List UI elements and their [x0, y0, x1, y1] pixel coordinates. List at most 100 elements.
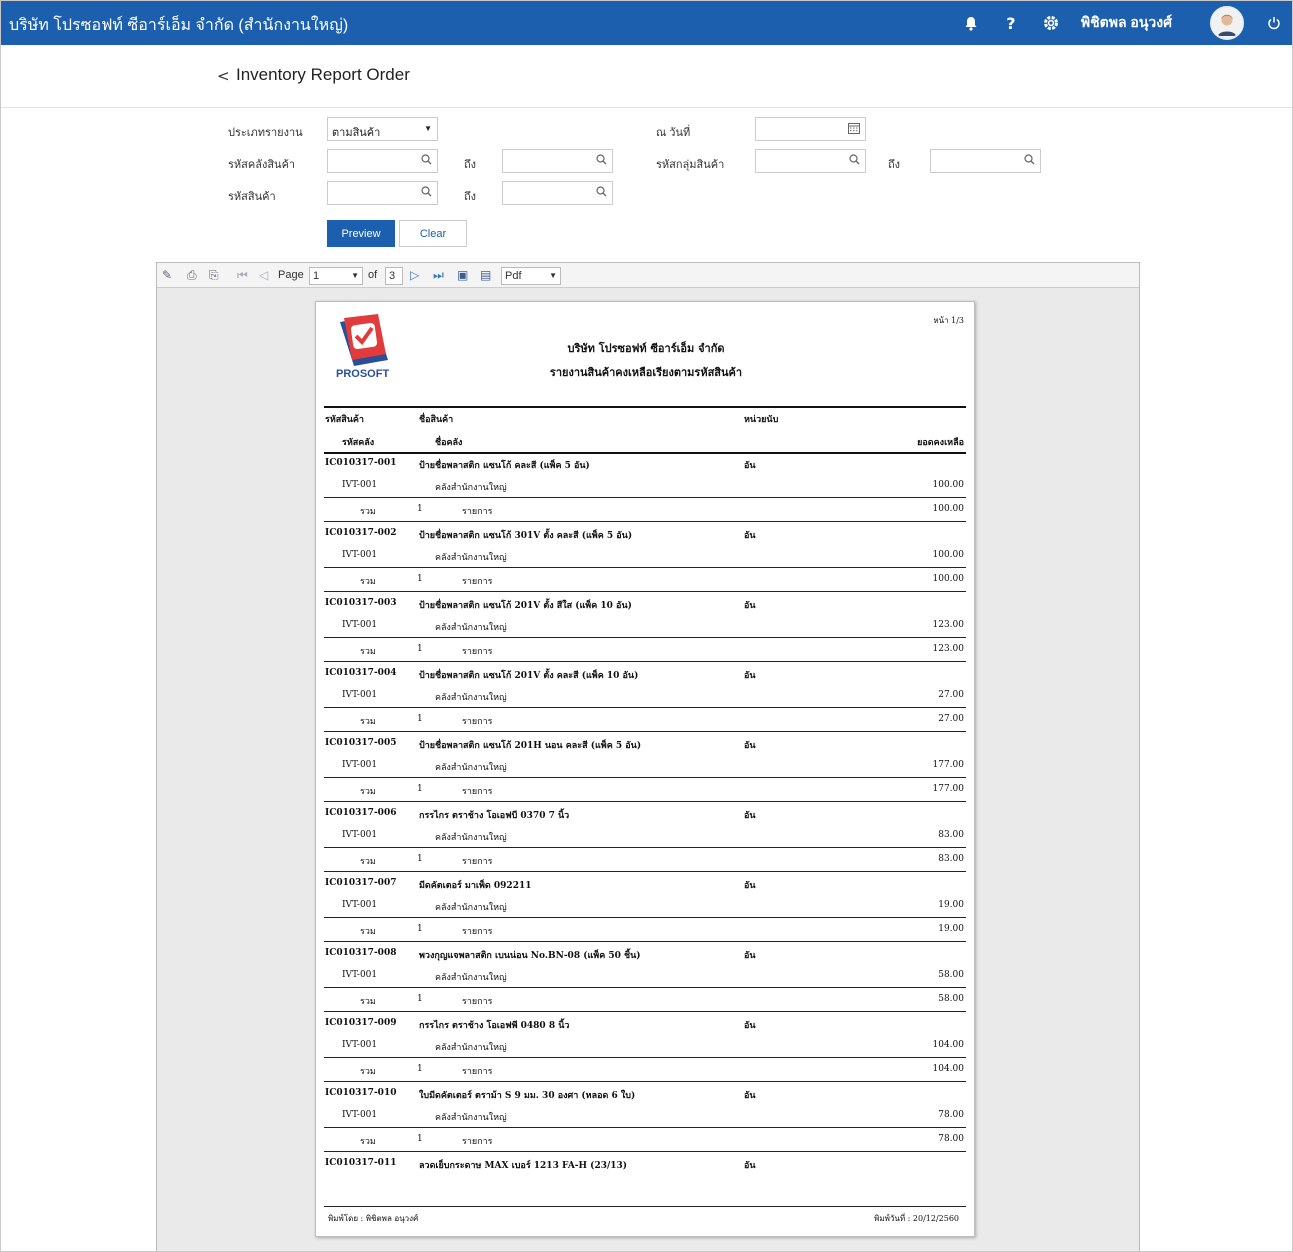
app-window: บริษัท โปรซอฟท์ ซีอาร์เอ็ม จำกัด (สำนักง… — [0, 0, 1293, 1252]
warehouse-code: IVT-001 — [342, 620, 378, 630]
item-count: 1 — [417, 1064, 423, 1074]
product-name: กรรไกร ตราช้าง โอเอฟพี 0480 8 นิ้ว — [419, 1021, 570, 1031]
item-count: 1 — [417, 574, 423, 584]
product-group-label: รหัสกลุ่มสินค้า — [656, 159, 725, 171]
report-type-value: ตามสินค้า — [332, 127, 381, 139]
bell-icon[interactable] — [951, 1, 991, 45]
product-unit: อัน — [744, 531, 756, 541]
row-divider — [324, 637, 966, 638]
balance-qty: 104.00 — [932, 1040, 965, 1050]
warehouse-name: คลังสำนักงานใหญ่ — [435, 903, 507, 913]
settings-icon[interactable] — [1031, 1, 1071, 45]
power-icon[interactable] — [1254, 1, 1292, 45]
group-divider — [324, 661, 966, 662]
item-count: 1 — [417, 1134, 423, 1144]
warehouse-from-input[interactable] — [327, 149, 438, 173]
print-icon[interactable]: ⎙ — [187, 268, 197, 283]
last-row-unit: อัน — [744, 1161, 756, 1171]
balance-qty: 100.00 — [932, 480, 965, 490]
top-bar: บริษัท โปรซอฟท์ ซีอาร์เอ็ม จำกัด (สำนักง… — [1, 1, 1292, 45]
product-name: กรรไกร ตราช้าง โอเอฟบี 0370 7 นิ้ว — [419, 811, 570, 821]
header-bottom-rule — [324, 452, 966, 454]
warehouse-code: IVT-001 — [342, 480, 378, 490]
print-preview-icon[interactable]: ⎘ — [209, 268, 219, 283]
total-qty: 19.00 — [938, 924, 964, 934]
search-icon[interactable] — [421, 154, 432, 168]
product-to-label: ถึง — [464, 191, 477, 203]
page-header: < Inventory Report Order — [1, 45, 1292, 108]
search-icon[interactable] — [596, 186, 607, 200]
preview-button[interactable]: Preview — [327, 220, 395, 247]
balance-qty: 19.00 — [938, 900, 964, 910]
of-label: of — [368, 269, 378, 281]
balance-qty: 177.00 — [932, 760, 965, 770]
bookmark-icon[interactable]: ✎ — [162, 268, 172, 282]
total-label: รวม — [360, 1137, 376, 1147]
product-code: IC010317-009 — [325, 1018, 397, 1028]
col-product-name: ชื่อสินค้า — [419, 415, 454, 425]
product-to-input[interactable] — [502, 181, 613, 205]
warehouse-name: คลังสำนักงานใหญ่ — [435, 693, 507, 703]
report-title: รายงานสินค้าคงเหลือเรียงตามรหัสสินค้า — [549, 366, 743, 379]
last-page-icon[interactable]: ⏭ — [433, 268, 444, 283]
next-page-icon[interactable]: ▷ — [410, 268, 419, 282]
calendar-icon[interactable] — [848, 122, 860, 137]
product-code: IC010317-001 — [325, 458, 397, 468]
dropdown-arrow-icon: ▼ — [351, 271, 359, 280]
total-pages: 3 — [385, 267, 403, 285]
row-divider — [324, 777, 966, 778]
warehouse-to-input[interactable] — [502, 149, 613, 173]
as-of-date-input[interactable] — [755, 117, 866, 141]
help-icon[interactable]: ? — [991, 1, 1031, 45]
group-divider — [324, 871, 966, 872]
report-type-select[interactable]: ตามสินค้า ▼ — [327, 117, 438, 141]
warehouse-code: IVT-001 — [342, 760, 378, 770]
product-from-input[interactable] — [327, 181, 438, 205]
report-type-label: ประเภทรายงาน — [228, 127, 303, 139]
first-page-icon[interactable]: ⏮ — [237, 268, 248, 283]
search-icon[interactable] — [849, 154, 860, 168]
balance-qty: 58.00 — [938, 970, 964, 980]
prev-page-icon[interactable]: ◁ — [259, 268, 268, 282]
report-page: หน้า 1/3 PROSOFT บริษัท โปรซอฟท์ ซีอาร์เ… — [315, 301, 975, 1237]
warehouse-code: IVT-001 — [342, 550, 378, 560]
total-qty: 100.00 — [932, 504, 965, 514]
export-icon[interactable]: ▤ — [480, 268, 491, 282]
search-icon[interactable] — [1024, 154, 1035, 168]
clear-button[interactable]: Clear — [399, 220, 467, 247]
item-count: 1 — [417, 924, 423, 934]
total-qty: 104.00 — [932, 1064, 965, 1074]
export-format-select[interactable]: Pdf ▼ — [501, 267, 561, 285]
product-group-from-input[interactable] — [755, 149, 866, 173]
product-unit: อัน — [744, 951, 756, 961]
balance-qty: 100.00 — [932, 550, 965, 560]
total-label: รวม — [360, 787, 376, 797]
page-number-select[interactable]: 1 ▼ — [309, 267, 363, 285]
item-count: 1 — [417, 994, 423, 1004]
save-icon[interactable]: ▣ — [457, 268, 468, 282]
printed-by: พิมพ์โดย : พิชิตพล อนุวงศ์ — [328, 1214, 419, 1223]
product-code: IC010317-007 — [325, 878, 397, 888]
items-label: รายการ — [462, 577, 493, 587]
items-label: รายการ — [462, 507, 493, 517]
page-title: Inventory Report Order — [236, 65, 410, 84]
search-icon[interactable] — [421, 186, 432, 200]
back-icon[interactable]: < — [217, 67, 230, 85]
product-name: พวงกุญแจพลาสติก เบนน่อน No.BN-08 (แพ็ค 5… — [419, 951, 641, 961]
product-code: IC010317-004 — [325, 668, 397, 678]
group-divider — [324, 801, 966, 802]
report-viewer: ✎ ⎙ ⎘ ⏮ ◁ Page 1 ▼ of 3 ▷ ⏭ ▣ ▤ Pdf ▼ หน… — [156, 262, 1140, 1251]
product-name: ใบมีดคัตเตอร์ ตราม้า S 9 มม. 30 องศา (หล… — [419, 1091, 636, 1101]
search-icon[interactable] — [596, 154, 607, 168]
total-label: รวม — [360, 1067, 376, 1077]
items-label: รายการ — [462, 1137, 493, 1147]
items-label: รายการ — [462, 1067, 493, 1077]
product-unit: อัน — [744, 1021, 756, 1031]
footer-rule — [324, 1206, 966, 1207]
warehouse-name: คลังสำนักงานใหญ่ — [435, 623, 507, 633]
user-name[interactable]: พิชิตพล อนุวงศ์ — [1081, 12, 1172, 34]
avatar[interactable] — [1210, 6, 1244, 40]
product-group-to-input[interactable] — [930, 149, 1041, 173]
warehouse-name: คลังสำนักงานใหญ่ — [435, 483, 507, 493]
warehouse-name: คลังสำนักงานใหญ่ — [435, 833, 507, 843]
